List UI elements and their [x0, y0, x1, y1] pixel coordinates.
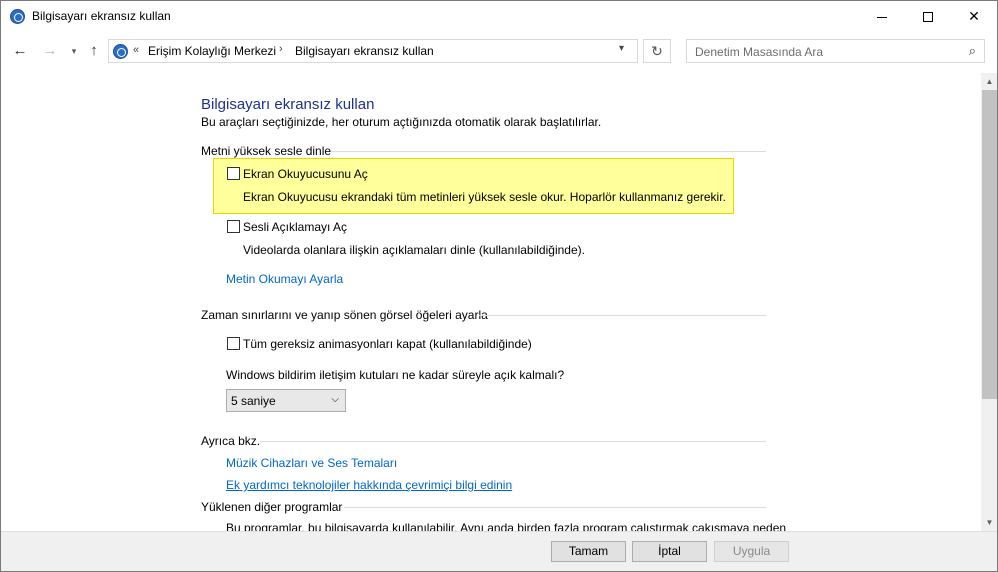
text-to-speech-settings-link[interactable]: Metin Okumayı Ayarla — [226, 272, 343, 286]
window-title: Bilgisayarı ekransız kullan — [32, 9, 171, 23]
section-divider — [331, 151, 766, 152]
animations-label[interactable]: Tüm gereksiz animasyonları kapat (kullan… — [243, 337, 532, 351]
section-heading-tts: Metni yüksek sesle dinle — [201, 144, 332, 158]
cancel-button[interactable]: İptal — [632, 541, 707, 562]
assistive-tech-online-link[interactable]: Ek yardımcı teknolojiler hakkında çevrim… — [226, 478, 512, 492]
scroll-down-icon[interactable]: ▼ — [981, 514, 997, 531]
close-icon: ✕ — [968, 8, 980, 24]
audio-description-label[interactable]: Sesli Açıklamayı Aç — [243, 220, 347, 234]
music-devices-sound-themes-link[interactable]: Müzik Cihazları ve Ses Temaları — [226, 456, 397, 470]
chevron-down-icon: ⌵ — [331, 394, 339, 405]
arrow-left-icon: ← — [12, 42, 28, 59]
breadcrumb-overflow[interactable]: « — [133, 44, 139, 56]
title-bar: Bilgisayarı ekransız kullan ✕ — [1, 1, 997, 32]
breadcrumb-ease-of-access-center[interactable]: Erişim Kolaylığı Merkezi — [148, 44, 276, 58]
scrollbar-thumb[interactable] — [982, 90, 997, 399]
main-content: Bilgisayarı ekransız kullan Bu araçları … — [1, 73, 981, 531]
dialog-button-bar: Tamam İptal Uygula — [1, 531, 997, 571]
arrow-up-icon: ↑ — [90, 42, 98, 59]
navigation-bar: ← → ▾ ↑ « Erişim Kolaylığı Merkezi › Bil… — [1, 32, 997, 73]
up-button[interactable]: ↑ — [85, 42, 103, 60]
search-placeholder: Denetim Masasında Ara — [695, 45, 824, 59]
section-heading-installed-programs: Yüklenen diğer programlar — [201, 500, 343, 514]
recent-locations-button[interactable]: ▾ — [65, 42, 83, 60]
breadcrumb-current-page[interactable]: Bilgisayarı ekransız kullan — [295, 44, 434, 58]
page-subtitle: Bu araçları seçtiğinizde, her oturum açt… — [201, 115, 602, 129]
scroll-up-icon[interactable]: ▲ — [981, 73, 997, 90]
notification-duration-select[interactable]: 5 saniye ⌵ — [226, 389, 346, 412]
address-dropdown-icon[interactable]: ▾ — [619, 43, 624, 54]
narrator-label[interactable]: Ekran Okuyucusunu Aç — [243, 167, 368, 181]
chevron-down-icon: ▾ — [71, 46, 77, 56]
ok-button[interactable]: Tamam — [551, 541, 626, 562]
ease-of-access-icon — [10, 9, 25, 24]
audio-description-checkbox[interactable] — [227, 220, 240, 233]
installed-programs-description: Bu programlar, bu bilgisayarda kullanıla… — [226, 521, 787, 531]
address-bar[interactable]: « Erişim Kolaylığı Merkezi › Bilgisayarı… — [108, 39, 638, 63]
minimize-icon — [877, 16, 887, 18]
page-title: Bilgisayarı ekransız kullan — [201, 96, 375, 113]
control-panel-window: Bilgisayarı ekransız kullan ✕ ← → ▾ ↑ « … — [0, 0, 998, 572]
maximize-icon — [923, 12, 933, 23]
section-divider — [344, 507, 766, 508]
back-button[interactable]: ← — [11, 42, 29, 60]
narrator-checkbox[interactable] — [227, 167, 240, 180]
search-input[interactable]: Denetim Masasında Ara ⌕ — [686, 39, 985, 63]
refresh-icon: ↻ — [651, 43, 663, 59]
vertical-scrollbar[interactable]: ▲ ▼ — [981, 73, 997, 531]
search-icon[interactable]: ⌕ — [969, 43, 976, 59]
animations-checkbox[interactable] — [227, 337, 240, 350]
close-button[interactable]: ✕ — [951, 1, 997, 32]
section-heading-time-limits: Zaman sınırlarını ve yanıp sönen görsel … — [201, 308, 488, 322]
maximize-button[interactable] — [905, 1, 951, 32]
notification-duration-value: 5 saniye — [231, 394, 276, 408]
minimize-button[interactable] — [859, 1, 905, 32]
ease-of-access-icon — [113, 44, 128, 59]
refresh-button[interactable]: ↻ — [643, 39, 671, 63]
narrator-description: Ekran Okuyucusu ekrandaki tüm metinleri … — [243, 190, 726, 204]
audio-description-text: Videolarda olanlara ilişkin açıklamaları… — [243, 243, 585, 257]
section-heading-see-also: Ayrıca bkz. — [201, 434, 261, 448]
apply-button[interactable]: Uygula — [714, 541, 789, 562]
arrow-right-icon: → — [42, 42, 58, 59]
forward-button[interactable]: → — [41, 42, 59, 60]
breadcrumb-separator-icon[interactable]: › — [279, 43, 283, 55]
section-divider — [260, 441, 766, 442]
notification-duration-question: Windows bildirim iletişim kutuları ne ka… — [226, 368, 565, 382]
section-divider — [479, 315, 766, 316]
